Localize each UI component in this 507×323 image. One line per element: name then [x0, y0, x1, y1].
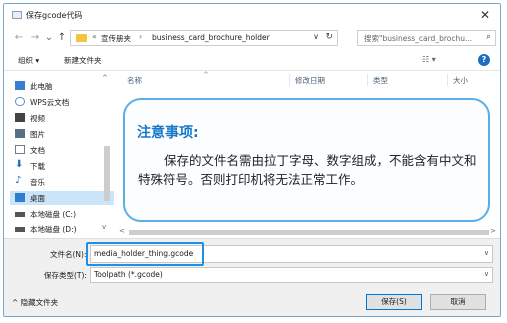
- sidebar-item-wps-cloud[interactable]: WPS云文档: [10, 95, 114, 109]
- column-header-modified[interactable]: 修改日期: [295, 75, 325, 86]
- search-placeholder: 搜索"business_card_brochu...: [364, 34, 473, 43]
- cancel-button[interactable]: 取消: [430, 294, 486, 310]
- drive-icon: [15, 212, 25, 217]
- sidebar-item-label: 本地磁盘 (D:): [30, 225, 77, 234]
- command-toolbar: 组织 ▾ 新建文件夹 ☷ ▾ ?: [4, 50, 500, 70]
- horizontal-scrollbar[interactable]: < >: [117, 227, 500, 237]
- address-dropdown-icon[interactable]: ∨: [313, 32, 319, 41]
- notice-callout: 注意事项: 保存的文件名需由拉丁字母、数字组成，不能含有中文和特殊符号。否则打印…: [123, 98, 490, 222]
- sort-caret-icon: ^: [203, 71, 209, 79]
- sidebar-item-label: 图片: [30, 130, 45, 139]
- column-divider[interactable]: [447, 74, 448, 86]
- save-options-panel: 文件名(N): media_holder_thing.gcode ∨ 保存类型(…: [4, 238, 500, 316]
- recent-locations-dropdown[interactable]: ⌄: [42, 31, 56, 45]
- video-icon: [15, 113, 25, 122]
- sidebar-item-documents[interactable]: 文档: [10, 143, 114, 157]
- sidebar-item-this-pc[interactable]: 此电脑: [10, 79, 114, 93]
- back-arrow-icon[interactable]: ←: [12, 31, 26, 45]
- filename-label: 文件名(N):: [50, 250, 87, 259]
- computer-icon: [15, 81, 25, 90]
- sidebar-item-music[interactable]: ♪ 音乐: [10, 175, 114, 189]
- save-dialog: 保存gcode代码 ✕ ← → ⌄ ↑ « 宣传册夹 › business_ca…: [3, 3, 501, 317]
- download-icon: ⬇: [15, 159, 24, 170]
- sidebar-item-label: 视频: [30, 114, 45, 123]
- sidebar-item-label: 下载: [30, 162, 45, 171]
- forward-arrow-icon[interactable]: →: [28, 31, 42, 45]
- sidebar-item-label: 文档: [30, 146, 45, 155]
- hide-folders-toggle[interactable]: ^ 隐藏文件夹: [12, 297, 58, 308]
- navigation-pane: 此电脑 WPS云文档 视频 图片 文档 ⬇ 下载 ♪ 音乐 桌面 本地磁盘 (C…: [4, 71, 116, 237]
- new-folder-button[interactable]: 新建文件夹: [64, 55, 102, 66]
- column-divider[interactable]: [289, 74, 290, 86]
- sidebar-item-videos[interactable]: 视频: [10, 111, 114, 125]
- filetype-label: 保存类型(T):: [44, 271, 87, 280]
- close-icon[interactable]: ✕: [476, 7, 494, 23]
- sidebar-item-downloads[interactable]: ⬇ 下载: [10, 159, 114, 173]
- column-divider[interactable]: [367, 74, 368, 86]
- up-arrow-icon[interactable]: ↑: [55, 31, 69, 45]
- address-bar[interactable]: « 宣传册夹 › business_card_brochure_holder ∨…: [70, 30, 338, 46]
- horizontal-scrollbar-thumb[interactable]: [129, 230, 489, 235]
- sidebar-item-label: WPS云文档: [30, 98, 70, 107]
- sidebar-scrollbar-thumb[interactable]: [104, 146, 110, 201]
- organize-button[interactable]: 组织 ▾: [18, 55, 39, 66]
- scroll-down-icon[interactable]: v: [102, 223, 106, 231]
- sidebar-item-desktop[interactable]: 桌面: [10, 191, 114, 205]
- filetype-value: Toolpath (*.gcode): [94, 270, 163, 279]
- refresh-icon[interactable]: ↻: [325, 32, 333, 42]
- navigation-bar: ← → ⌄ ↑ « 宣传册夹 › business_card_brochure_…: [4, 28, 500, 50]
- folder-icon: [76, 34, 87, 42]
- sidebar-item-pictures[interactable]: 图片: [10, 127, 114, 141]
- sidebar-item-label: 此电脑: [30, 82, 53, 91]
- save-button[interactable]: 保存(S): [366, 294, 422, 310]
- notice-body: 保存的文件名需由拉丁字母、数字组成，不能含有中文和特殊符号。否则打印机将无法正常…: [138, 153, 477, 187]
- sidebar-item-label: 本地磁盘 (C:): [30, 210, 76, 219]
- filename-dropdown-icon[interactable]: ∨: [484, 249, 489, 257]
- column-header-type[interactable]: 类型: [373, 75, 388, 86]
- help-icon[interactable]: ?: [478, 54, 490, 66]
- sidebar-item-drive-d[interactable]: 本地磁盘 (D:): [10, 222, 114, 236]
- search-icon[interactable]: ⌕: [486, 32, 491, 42]
- sidebar-item-drive-c[interactable]: 本地磁盘 (C:): [10, 207, 114, 221]
- breadcrumb-item[interactable]: 宣传册夹: [101, 33, 131, 44]
- cloud-icon: [15, 97, 25, 106]
- scroll-up-icon[interactable]: ^: [102, 74, 108, 82]
- breadcrumb-item[interactable]: business_card_brochure_holder: [152, 33, 270, 42]
- sidebar-item-label: 音乐: [30, 178, 45, 187]
- document-icon: [15, 145, 25, 154]
- column-header-name[interactable]: 名称: [127, 75, 142, 86]
- search-input[interactable]: 搜索"business_card_brochu... ⌕: [357, 30, 496, 46]
- filetype-dropdown-icon[interactable]: ∨: [484, 270, 489, 278]
- desktop-icon: [15, 193, 25, 202]
- filename-highlight: [86, 242, 204, 266]
- picture-icon: [15, 129, 25, 138]
- notice-title: 注意事项:: [137, 125, 199, 141]
- scroll-left-icon[interactable]: <: [119, 227, 125, 235]
- breadcrumb-separator: ›: [139, 32, 143, 41]
- window-title: 保存gcode代码: [26, 11, 83, 20]
- filetype-select[interactable]: Toolpath (*.gcode) ∨: [90, 267, 493, 283]
- music-icon: ♪: [15, 175, 22, 186]
- column-header-size[interactable]: 大小: [453, 75, 468, 86]
- view-options-icon[interactable]: ☷ ▾: [422, 55, 436, 64]
- drive-icon: [15, 227, 25, 232]
- overflow-icon[interactable]: «: [92, 32, 97, 41]
- scroll-right-icon[interactable]: >: [490, 227, 496, 235]
- sidebar-item-label: 桌面: [30, 194, 45, 203]
- title-bar: 保存gcode代码 ✕: [4, 4, 500, 28]
- app-icon: [12, 11, 22, 19]
